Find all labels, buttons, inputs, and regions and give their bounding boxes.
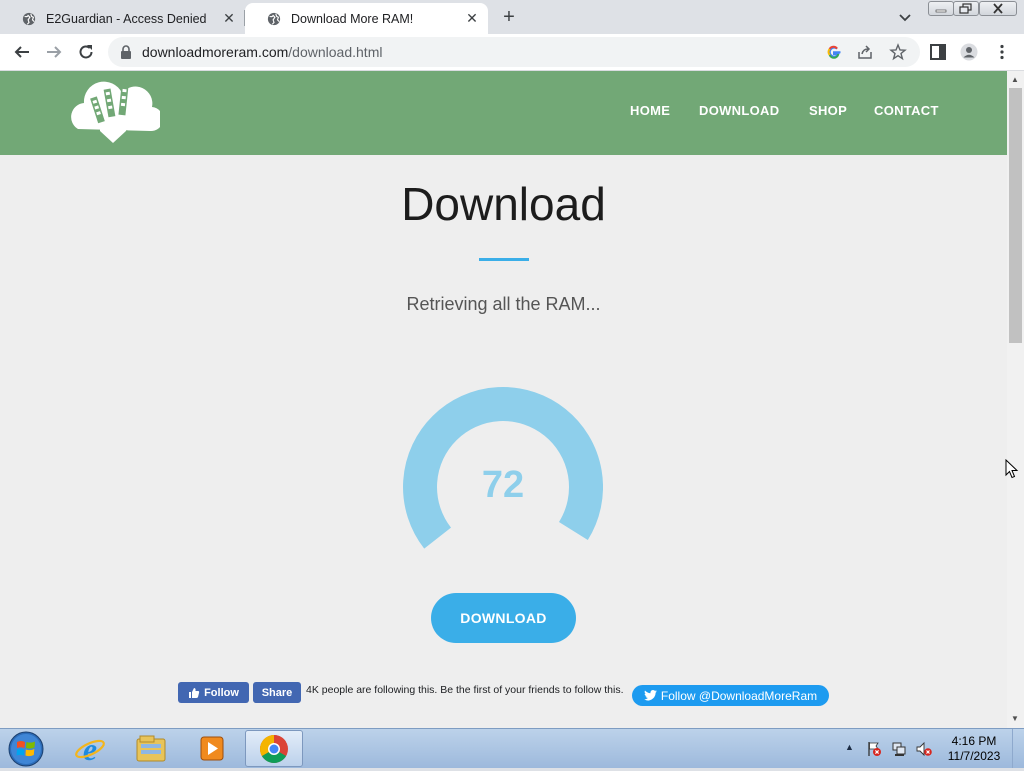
clock-date: 11/7/2023 bbox=[947, 749, 1001, 763]
chrome-icon bbox=[260, 735, 288, 763]
nav-download[interactable]: DOWNLOAD bbox=[699, 103, 779, 118]
close-icon[interactable]: ✕ bbox=[221, 10, 237, 27]
close-icon[interactable]: ✕ bbox=[464, 10, 480, 27]
globe-icon bbox=[267, 12, 281, 25]
action-center-flag-icon[interactable] bbox=[866, 741, 882, 757]
page-scrollbar[interactable]: ▲ ▼ bbox=[1007, 71, 1024, 728]
forward-arrow-icon[interactable] bbox=[45, 43, 63, 61]
page-viewport: HOME DOWNLOAD SHOP CONTACT Download Retr… bbox=[0, 71, 1007, 728]
media-player-icon[interactable] bbox=[183, 730, 241, 767]
twitter-follow-label: Follow @DownloadMoreRam bbox=[660, 688, 818, 703]
windows-taskbar: e ▲ 4:16 PM 11/7/2023 bbox=[0, 728, 1024, 768]
url-host: downloadmoreram.com bbox=[142, 44, 289, 60]
minimize-button[interactable] bbox=[928, 1, 954, 16]
back-arrow-icon[interactable] bbox=[13, 43, 31, 61]
facebook-share-button[interactable]: Share bbox=[253, 682, 301, 703]
facebook-follow-label: Follow bbox=[204, 686, 239, 699]
address-bar[interactable]: downloadmoreram.com/download.html bbox=[108, 37, 920, 67]
tab-title: E2Guardian - Access Denied bbox=[46, 11, 207, 26]
tray-expand-icon[interactable]: ▲ bbox=[845, 742, 854, 752]
scroll-up-arrow-icon[interactable]: ▲ bbox=[1011, 75, 1019, 84]
more-vert-icon[interactable] bbox=[993, 43, 1011, 61]
download-status-text: Retrieving all the RAM... bbox=[406, 294, 601, 314]
browser-toolbar: downloadmoreram.com/download.html bbox=[0, 34, 1024, 71]
tab-e2guardian[interactable]: E2Guardian - Access Denied ✕ bbox=[0, 3, 245, 34]
tab-title: Download More RAM! bbox=[291, 11, 414, 26]
twitter-follow-button[interactable]: Follow @DownloadMoreRam bbox=[632, 685, 829, 706]
progress-value: 72 bbox=[481, 464, 525, 506]
scroll-down-arrow-icon[interactable]: ▼ bbox=[1011, 714, 1019, 723]
tab-download-more-ram[interactable]: Download More RAM! ✕ bbox=[245, 3, 488, 34]
windows-start-icon[interactable] bbox=[6, 730, 46, 768]
page-title: Download bbox=[401, 178, 606, 230]
chevron-down-icon[interactable] bbox=[896, 8, 914, 26]
nav-home[interactable]: HOME bbox=[630, 103, 670, 118]
file-explorer-folder-icon[interactable] bbox=[122, 730, 180, 767]
tab-strip: E2Guardian - Access Denied ✕ Download Mo… bbox=[0, 0, 1024, 34]
google-lens-icon[interactable] bbox=[826, 44, 842, 60]
ram-cloud-logo-icon[interactable] bbox=[70, 77, 160, 151]
reload-icon[interactable] bbox=[77, 43, 95, 61]
restore-button[interactable] bbox=[953, 1, 979, 16]
site-header: HOME DOWNLOAD SHOP CONTACT bbox=[0, 71, 1007, 155]
restore-icon bbox=[959, 3, 972, 14]
show-desktop-button[interactable] bbox=[1012, 729, 1024, 768]
nav-shop[interactable]: SHOP bbox=[809, 103, 847, 118]
facebook-follow-button[interactable]: Follow bbox=[178, 682, 249, 703]
bookmark-star-icon[interactable] bbox=[889, 43, 907, 61]
minimize-icon bbox=[935, 9, 947, 13]
profile-avatar-icon[interactable] bbox=[960, 43, 978, 61]
share-icon[interactable] bbox=[857, 44, 873, 60]
url-text: downloadmoreram.com/download.html bbox=[142, 44, 382, 60]
window-close-button[interactable] bbox=[979, 1, 1017, 16]
scrollbar-thumb[interactable] bbox=[1009, 88, 1022, 343]
svg-text:e: e bbox=[83, 731, 97, 767]
facebook-follow-count-text: 4K people are following this. Be the fir… bbox=[306, 684, 624, 696]
network-icon[interactable] bbox=[891, 741, 907, 757]
taskbar-chrome-button[interactable] bbox=[245, 730, 303, 767]
twitter-bird-icon bbox=[643, 690, 657, 701]
mouse-cursor-icon bbox=[1005, 459, 1019, 479]
internet-explorer-icon[interactable]: e bbox=[61, 730, 119, 767]
url-path: /download.html bbox=[288, 44, 383, 60]
globe-icon bbox=[22, 12, 36, 25]
new-tab-button[interactable]: + bbox=[499, 7, 519, 28]
lock-icon[interactable] bbox=[120, 45, 132, 59]
title-divider bbox=[479, 258, 529, 261]
system-clock[interactable]: 4:16 PM 11/7/2023 bbox=[940, 734, 1008, 764]
side-panel-icon[interactable] bbox=[929, 43, 947, 61]
download-button[interactable]: DOWNLOAD bbox=[431, 593, 576, 643]
close-icon bbox=[993, 3, 1003, 14]
clock-time: 4:16 PM bbox=[951, 734, 997, 748]
nav-contact[interactable]: CONTACT bbox=[874, 103, 939, 118]
volume-muted-icon[interactable] bbox=[916, 741, 932, 757]
thumbs-up-icon bbox=[189, 687, 200, 698]
